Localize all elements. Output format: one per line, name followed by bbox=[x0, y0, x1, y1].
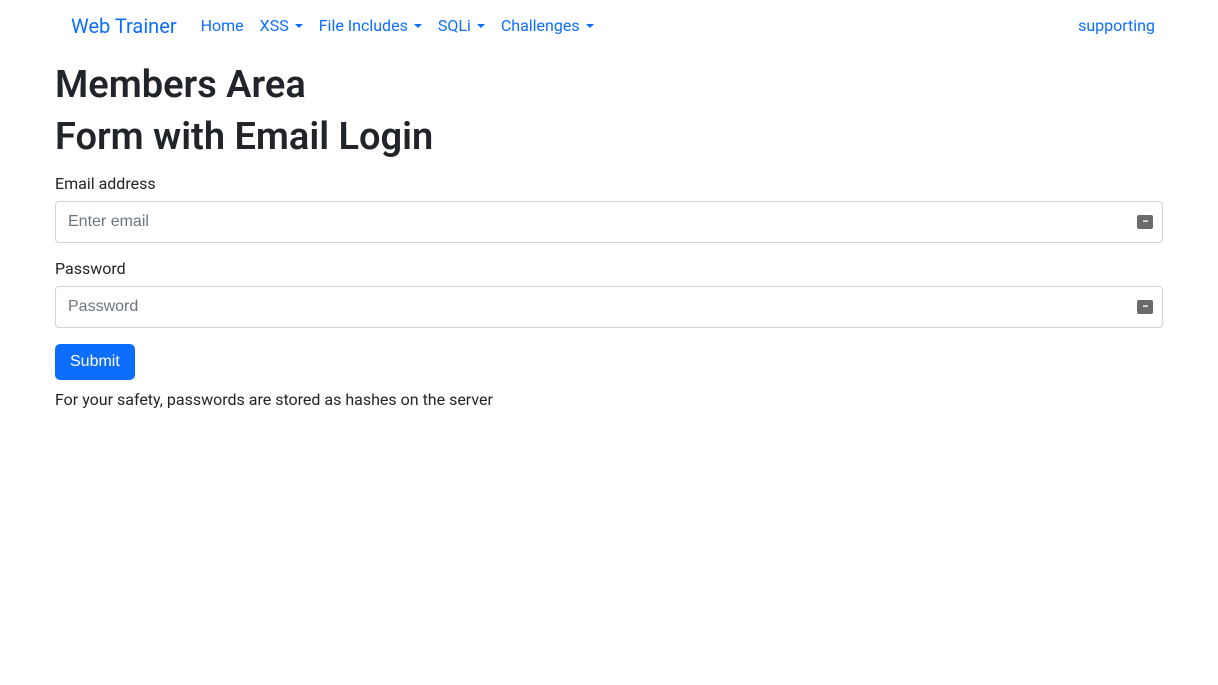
nav-link-label: XSS bbox=[260, 16, 289, 35]
nav-link-label: File Includes bbox=[319, 16, 408, 35]
email-group: Email address bbox=[55, 174, 1163, 243]
main-container: Members Area Form with Email Login Email… bbox=[39, 63, 1179, 409]
nav-link-sqli[interactable]: SQLi bbox=[430, 8, 493, 43]
password-input-wrapper bbox=[55, 286, 1163, 328]
nav-link-label: SQLi bbox=[438, 16, 471, 35]
nav-link-label: Challenges bbox=[501, 16, 580, 35]
password-input[interactable] bbox=[55, 286, 1163, 328]
nav-link-xss[interactable]: XSS bbox=[252, 8, 311, 43]
navbar-brand[interactable]: Web Trainer bbox=[71, 9, 177, 43]
email-label: Email address bbox=[55, 174, 1163, 193]
nav-link-challenges[interactable]: Challenges bbox=[493, 8, 602, 43]
password-label: Password bbox=[55, 259, 1163, 278]
nav-link-home[interactable]: Home bbox=[193, 8, 252, 43]
nav-link-file-includes[interactable]: File Includes bbox=[311, 8, 430, 43]
navbar-nav: Home XSS File Includes SQLi Challenges s… bbox=[193, 8, 1163, 43]
email-input[interactable] bbox=[55, 201, 1163, 243]
page-heading-2: Form with Email Login bbox=[55, 115, 1163, 161]
nav-link-supporting[interactable]: supporting bbox=[1070, 8, 1163, 43]
login-form: Email address Password Submit For your s… bbox=[55, 174, 1163, 409]
submit-button[interactable]: Submit bbox=[55, 344, 135, 380]
email-input-wrapper bbox=[55, 201, 1163, 243]
help-text: For your safety, passwords are stored as… bbox=[55, 390, 1163, 409]
navbar: Web Trainer Home XSS File Includes SQLi … bbox=[39, 0, 1179, 51]
password-group: Password bbox=[55, 259, 1163, 328]
page-heading-1: Members Area bbox=[55, 63, 1163, 109]
